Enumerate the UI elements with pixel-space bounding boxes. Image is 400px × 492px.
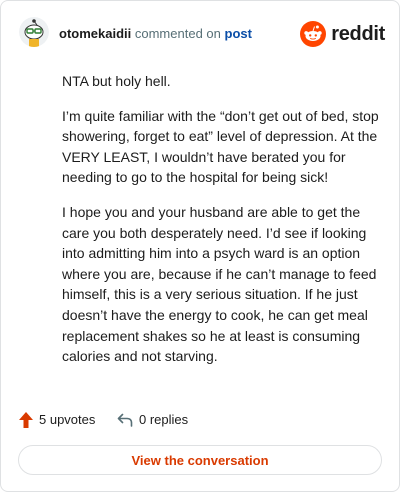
replies-count: 0 replies [139, 412, 189, 427]
username[interactable]: otomekaidii [59, 26, 131, 41]
upvote-arrow-icon [19, 412, 33, 428]
post-link[interactable]: post [225, 26, 252, 41]
comment-paragraph-1: NTA but holy hell. [62, 73, 171, 89]
commenter-line: otomekaidii commented on post [59, 26, 252, 42]
reddit-logo-icon [300, 21, 327, 47]
comment-paragraph-2: I’m quite familiar with the “don’t get o… [62, 107, 379, 186]
replies-button[interactable]: 0 replies [117, 411, 188, 429]
commented-on-text: commented on [134, 26, 221, 41]
comment-body: NTA but holy hell. I’m quite familiar wi… [62, 71, 384, 381]
upvote-button[interactable]: 5 upvotes [19, 411, 95, 429]
reply-arrow-icon [117, 413, 133, 427]
view-conversation-button[interactable]: View the conversation [18, 445, 382, 475]
reddit-wordmark: reddit [331, 23, 385, 45]
comment-paragraph-3: I hope you and your husband are able to … [62, 203, 377, 365]
snoo-avatar-icon [19, 17, 49, 47]
upvotes-count: 5 upvotes [39, 412, 96, 427]
comment-card: otomekaidii commented on post reddit NTA… [0, 0, 400, 492]
comment-header: otomekaidii commented on post reddit [19, 17, 385, 51]
comment-stats: 5 upvotes 0 replies [19, 411, 219, 431]
reddit-brand[interactable]: reddit [300, 21, 385, 47]
user-avatar[interactable] [19, 17, 49, 47]
